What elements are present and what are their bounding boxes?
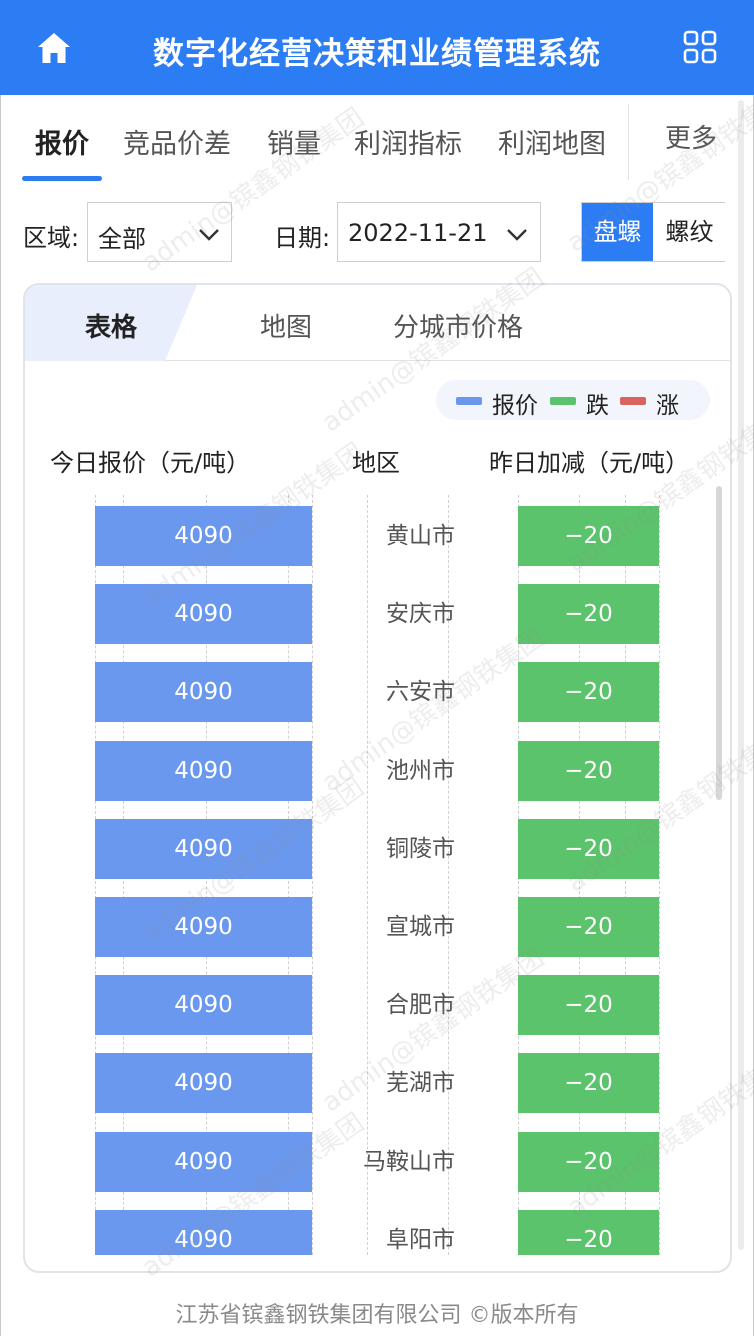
city-name: 合肥市 [386,992,455,1019]
city-name: 六安市 [386,679,455,706]
change-bar: −20 [518,506,659,566]
page-scrollbar[interactable] [738,100,744,1250]
tab-profit-indicators[interactable]: 利润指标 [354,122,462,161]
card-tabbar: 表格 地图 分城市价格 [25,285,730,361]
city-name: 黄山市 [386,523,455,549]
apps-grid-icon[interactable] [683,30,717,64]
table-row[interactable]: 4090 黄山市 −20 [25,506,730,566]
column-header-region: 地区 [352,449,400,477]
date-select-value: 2022-11-21 [348,219,488,247]
city-name: 芜湖市 [386,1070,455,1097]
price-bar: 4090 [95,975,312,1036]
column-header-price: 今日报价（元/吨） [50,449,251,477]
price-bar: 4090 [95,1053,312,1114]
legend-swatch-fall [550,397,576,405]
price-bar: 4090 [95,897,312,957]
product-toggle: 盘螺 螺纹 [581,202,725,262]
product-option-rebar[interactable]: 螺纹 [654,203,725,261]
table-row[interactable]: 4090 安庆市 −20 [25,584,730,645]
change-bar: −20 [518,740,659,801]
region-select[interactable]: 全部 [87,202,232,262]
change-bar: −20 [518,1209,659,1255]
footer-copyright: 江苏省镔鑫钢铁集团有限公司 ©版本所有 [175,1303,579,1328]
change-bar: −20 [518,662,659,723]
app-header: 数字化经营决策和业绩管理系统 [0,0,754,95]
card-tab-map[interactable]: 地图 [260,307,312,344]
column-header-change: 昨日加减（元/吨） [489,449,690,477]
table-row[interactable]: 4090 池州市 −20 [25,740,730,801]
nav-divider [628,104,629,180]
price-bar: 4090 [95,740,312,801]
price-bar: 4090 [95,584,312,645]
more-button[interactable]: 更多 [665,118,717,155]
price-bar: 4090 [95,818,312,879]
price-bar: 4090 [95,662,312,723]
city-name: 安庆市 [386,601,455,628]
date-select[interactable]: 2022-11-21 [337,202,541,262]
legend-swatch-price [456,397,482,405]
legend-label-price: 报价 [492,393,538,419]
quote-table[interactable]: 4090 黄山市 −20 4090 安庆市 −20 4090 六安市 −20 4090 池州市 −20… [25,485,730,1255]
product-option-coil-rebar[interactable]: 盘螺 [582,203,653,261]
city-name: 阜阳市 [386,1226,455,1253]
tab-profit-map[interactable]: 利润地图 [498,122,606,161]
chevron-down-icon [199,229,219,241]
change-bar: −20 [518,1053,659,1114]
price-bar: 4090 [95,1209,312,1255]
table-row[interactable]: 4090 合肥市 −20 [25,975,730,1036]
city-name: 马鞍山市 [363,1148,455,1175]
change-bar: −20 [518,1131,659,1192]
table-row[interactable]: 4090 铜陵市 −20 [25,818,730,879]
city-name: 池州市 [386,757,455,784]
tab-sales-volume[interactable]: 销量 [267,122,321,161]
chart-legend: 报价 跌 涨 [436,380,710,420]
region-select-value: 全部 [98,225,146,253]
table-row[interactable]: 4090 阜阳市 −20 [25,1209,730,1255]
price-bar: 4090 [95,506,312,566]
price-bar: 4090 [95,1131,312,1192]
card-tab-table[interactable]: 表格 [85,307,137,344]
change-bar: −20 [518,897,659,957]
region-label: 区域: [23,224,80,252]
chevron-down-icon [507,229,527,241]
city-name: 宣城市 [386,914,455,940]
card-tab-city-price[interactable]: 分城市价格 [393,307,523,344]
legend-label-fall: 跌 [586,393,609,419]
tab-competitor-spread[interactable]: 竞品价差 [123,122,231,161]
table-row[interactable]: 4090 马鞍山市 −20 [25,1131,730,1192]
change-bar: −20 [518,818,659,879]
date-label: 日期: [274,224,331,252]
legend-swatch-rise [620,397,646,405]
table-row[interactable]: 4090 六安市 −20 [25,662,730,723]
table-scrollbar[interactable] [716,486,722,800]
city-name: 铜陵市 [386,835,455,862]
change-bar: −20 [518,975,659,1036]
table-row[interactable]: 4090 宣城市 −20 [25,897,730,957]
change-bar: −20 [518,584,659,645]
tab-quote[interactable]: 报价 [35,122,89,161]
app-title: 数字化经营决策和业绩管理系统 [153,36,601,72]
table-row[interactable]: 4090 芜湖市 −20 [25,1053,730,1114]
active-tab-indicator [22,176,102,181]
legend-label-rise: 涨 [656,393,679,419]
